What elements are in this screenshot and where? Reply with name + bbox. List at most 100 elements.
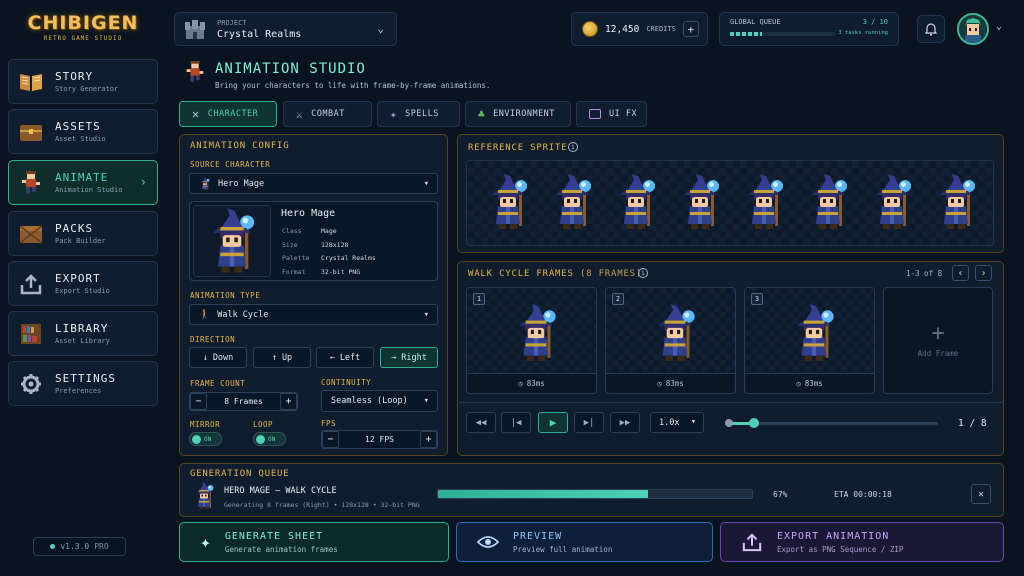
direction-right-button[interactable]: → Right — [380, 347, 438, 368]
page-title: ANIMATION STUDIO — [215, 61, 366, 77]
field-key: Size — [282, 240, 298, 249]
next-page-button[interactable]: › — [975, 265, 992, 281]
prev-page-button[interactable]: ‹ — [952, 265, 969, 281]
tab-character[interactable]: ✕ CHARACTER — [179, 101, 277, 127]
source-character-select[interactable]: Hero Mage ▾ — [189, 173, 438, 194]
animation-type-select[interactable]: 🚶 Walk Cycle ▾ — [189, 304, 438, 325]
frame-duration: ◷ 83ms — [467, 373, 596, 393]
card-name: Hero Mage — [281, 208, 336, 219]
sidebar-item-label: ASSETS — [55, 120, 101, 133]
task-eta: ETA 00:00:18 — [834, 490, 892, 499]
action-sub: Generate animation frames — [224, 544, 338, 554]
tab-ui-fx[interactable]: UI FX — [576, 101, 647, 127]
add-frame-button[interactable]: + Add Frame — [883, 287, 993, 394]
sidebar-item-sub: Pack Builder — [55, 237, 106, 245]
direction-down-button[interactable]: ↓ Down — [189, 347, 247, 368]
sidebar-item-settings[interactable]: SETTINGS Preferences — [8, 361, 158, 406]
tab-label: CHARACTER — [207, 109, 259, 119]
app-logo[interactable]: CHIBIGEN RETRO GAME STUDIO — [18, 12, 148, 42]
continuity-select[interactable]: Seamless (Loop) ▾ — [321, 390, 438, 412]
fps-stepper[interactable]: − 12 FPS + — [321, 430, 438, 449]
tab-environment[interactable]: ♣ ENVIRONMENT — [465, 101, 571, 127]
queue-count: 3 / 10 — [862, 18, 888, 26]
sprite-frame-4 — [676, 172, 724, 232]
tab-spells[interactable]: ✦ SPELLS — [377, 101, 460, 127]
timeline-track[interactable] — [725, 418, 938, 428]
sidebar-item-assets[interactable]: ASSETS Asset Studio — [8, 109, 158, 154]
direction-left-button[interactable]: ← Left — [316, 347, 374, 368]
mirror-state: ON — [204, 435, 212, 443]
action-sub: Preview full animation — [513, 544, 613, 554]
sidebar-item-export[interactable]: EXPORT Export Studio — [8, 261, 158, 306]
frame-card-1[interactable]: 1 ◷ 83ms — [466, 287, 597, 394]
eye-icon — [477, 536, 499, 548]
decrement-button[interactable]: − — [322, 431, 339, 448]
user-avatar[interactable] — [957, 13, 989, 45]
frame-count-label: FRAME COUNT — [190, 379, 246, 388]
rewind-button[interactable]: ◀◀ — [466, 412, 496, 433]
config-heading: ANIMATION CONFIG — [190, 141, 290, 151]
chevron-down-icon: ⌄ — [377, 22, 384, 35]
play-button[interactable]: ▶ — [538, 412, 568, 433]
task-thumbnail — [192, 481, 216, 511]
tab-combat[interactable]: ⚔ COMBAT — [283, 101, 372, 127]
fps-value: 12 FPS — [365, 435, 394, 444]
sidebar-item-animate[interactable]: ANIMATE Animation Studio › — [8, 160, 158, 205]
sidebar-item-library[interactable]: LIBRARY Asset Library — [8, 311, 158, 356]
sidebar-item-story[interactable]: STORY Story Generator — [8, 59, 158, 104]
project-selector[interactable]: PROJECT Crystal Realms ⌄ — [174, 12, 397, 46]
direction-up-button[interactable]: ↑ Up — [253, 347, 311, 368]
card-field-keys: Class Size Palette Format — [282, 225, 309, 279]
frame-count-stepper[interactable]: − 8 Frames + — [189, 392, 298, 411]
add-credits-button[interactable]: + — [682, 21, 699, 37]
info-icon[interactable]: i — [568, 142, 578, 152]
project-value: Crystal Realms — [217, 28, 302, 40]
tab-label: ENVIRONMENT — [493, 109, 555, 119]
action-label: PREVIEW — [513, 530, 563, 542]
tab-label: SPELLS — [405, 109, 439, 119]
global-queue[interactable]: GLOBAL QUEUE 3 / 10 3 tasks running — [719, 12, 899, 46]
sidebar-item-sub: Asset Studio — [55, 135, 106, 143]
action-label: GENERATE SHEET — [224, 530, 324, 542]
generate-sheet-button[interactable]: ✦ GENERATE SHEET Generate animation frame… — [179, 522, 449, 562]
info-icon[interactable]: i — [638, 268, 648, 278]
plus-icon: + — [931, 321, 945, 346]
sidebar-item-sub: Export Studio — [55, 287, 110, 295]
frame-card-3[interactable]: 3 ◷ 83ms — [744, 287, 875, 394]
sidebar-item-sub: Animation Studio — [55, 186, 123, 194]
mirror-toggle[interactable]: ON — [189, 432, 222, 446]
sidebar-item-label: LIBRARY — [55, 322, 109, 335]
decrement-button[interactable]: − — [190, 393, 207, 410]
tab-label: COMBAT — [311, 109, 345, 119]
fast-forward-button[interactable]: ▶▶ — [610, 412, 640, 433]
field-value: Crystal Realms — [321, 254, 376, 262]
skip-back-icon: |◀ — [510, 417, 522, 428]
sprite-frame-5 — [740, 172, 788, 232]
prev-frame-button[interactable]: |◀ — [501, 412, 531, 433]
dropdown-arrow-icon: ▾ — [423, 310, 429, 320]
frame-duration: ◷ 83ms — [606, 373, 735, 393]
loop-toggle[interactable]: ON — [253, 432, 286, 446]
crossed-swords-icon: ✕ — [192, 107, 200, 121]
frame-card-2[interactable]: 2 ◷ 83ms — [605, 287, 736, 394]
clock-icon: ◷ — [657, 379, 662, 388]
increment-button[interactable]: + — [280, 393, 297, 410]
field-key: Palette — [282, 254, 310, 262]
speed-select[interactable]: 1.0x ▾ — [650, 412, 704, 433]
notifications-button[interactable] — [917, 15, 945, 43]
queue-status: 3 tasks running — [838, 30, 888, 36]
increment-button[interactable]: + — [420, 431, 437, 448]
loop-state: ON — [268, 435, 276, 443]
preview-button[interactable]: PREVIEW Preview full animation — [456, 522, 713, 562]
cancel-task-button[interactable]: ✕ — [971, 484, 991, 504]
export-animation-button[interactable]: EXPORT ANIMATION Export as PNG Sequence /… — [720, 522, 1004, 562]
next-frame-button[interactable]: ▶| — [574, 412, 604, 433]
sidebar-item-packs[interactable]: PACKS Pack Builder — [8, 211, 158, 256]
avatar-menu-chevron-icon[interactable]: ⌄ — [996, 21, 1002, 32]
skip-forward-icon: ▶| — [583, 417, 595, 428]
project-label: PROJECT — [217, 18, 247, 27]
frame-position: 1 / 8 — [958, 418, 987, 429]
upload-icon — [17, 270, 45, 298]
brand-tagline: RETRO GAME STUDIO — [43, 35, 123, 42]
field-value: 32-bit PNG — [321, 267, 361, 276]
